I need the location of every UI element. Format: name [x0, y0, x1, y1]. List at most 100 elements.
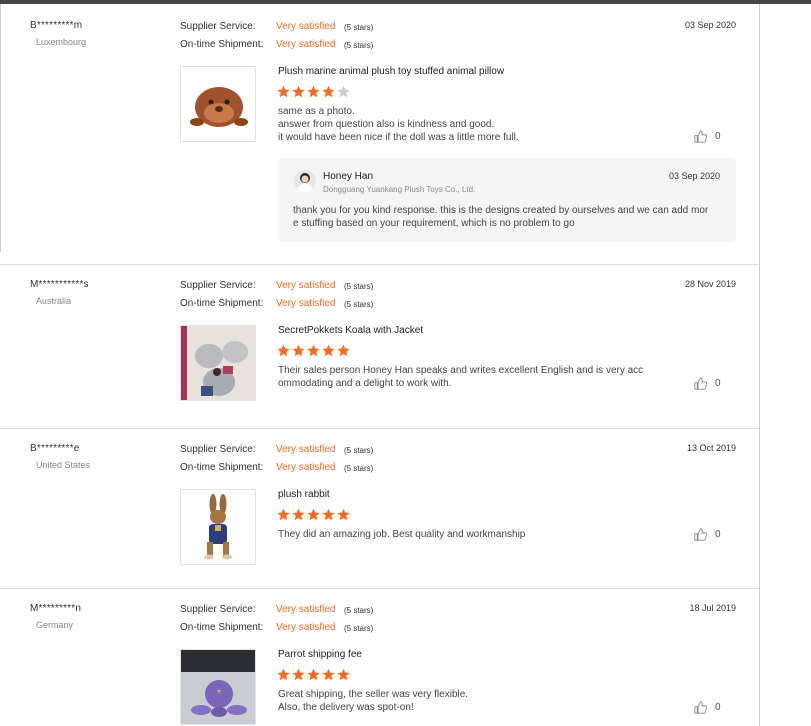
review-comment: same as a photo. answer from question al… [278, 105, 658, 144]
star-filled-icon [322, 344, 335, 357]
review-date: 18 Jul 2019 [689, 603, 736, 613]
supplier-service-value: Very satisfied [276, 280, 336, 291]
review-card: B*********m Luxembourg Supplier Service:… [0, 20, 759, 265]
reply-text: thank you for you kind response. this is… [293, 204, 723, 230]
supplier-service-label: Supplier Service: [180, 604, 256, 615]
review-date: 13 Oct 2019 [686, 443, 736, 453]
buyer-country: Germany [36, 620, 74, 630]
star-filled-icon [307, 668, 320, 681]
shipment-value: Very satisfied [276, 39, 336, 50]
review-card: M***********s Australia Supplier Service… [0, 279, 759, 429]
like-count: 0 [715, 131, 721, 142]
like-button[interactable]: 0 [694, 528, 721, 541]
like-button[interactable]: 0 [694, 377, 721, 390]
review-comment: They did an amazing job. Best quality an… [278, 528, 658, 541]
product-rating [277, 85, 350, 98]
product-thumbnail[interactable] [180, 325, 256, 401]
supplier-service-stars: (5 stars) [344, 23, 374, 32]
shipment-stars: (5 stars) [344, 41, 374, 50]
reply-company: Dongguang Yuankang Plush Toys Co., Ltd. [323, 185, 476, 194]
supplier-service-value: Very satisfied [276, 444, 336, 455]
product-thumbnail[interactable] [180, 489, 256, 565]
star-filled-icon [322, 508, 335, 521]
review-date: 03 Sep 2020 [684, 20, 736, 30]
supplier-service-label: Supplier Service: [180, 280, 256, 291]
reply-line: thank you for you kind response. this is… [293, 205, 709, 216]
star-filled-icon [277, 668, 290, 681]
supplier-service-label: Supplier Service: [180, 444, 256, 455]
star-filled-icon [292, 85, 305, 98]
star-filled-icon [337, 668, 350, 681]
supplier-service-value: Very satisfied [276, 604, 336, 615]
review-card: B*********e United States Supplier Servi… [0, 443, 759, 589]
star-filled-icon [322, 668, 335, 681]
supplier-reply: Honey Han Dongguang Yuankang Plush Toys … [278, 158, 736, 242]
thumbs-up-icon [694, 130, 707, 143]
like-count: 0 [715, 702, 721, 713]
shipment-stars: (5 stars) [344, 464, 374, 473]
star-filled-icon [292, 508, 305, 521]
supplier-service-stars: (5 stars) [344, 446, 374, 455]
like-button[interactable]: 0 [694, 701, 721, 714]
rabbit-plush-image [204, 494, 232, 560]
buyer-country: United States [36, 460, 91, 470]
shipment-stars: (5 stars) [344, 300, 374, 309]
star-filled-icon [337, 344, 350, 357]
shipment-label: On-time Shipment: [180, 39, 264, 50]
comment-line: ommodating and a delight to work with. [278, 378, 452, 389]
shipment-label: On-time Shipment: [180, 462, 264, 473]
product-name[interactable]: SecretPokkets Koala with Jacket [278, 325, 423, 336]
product-name[interactable]: Plush marine animal plush toy stuffed an… [278, 66, 504, 77]
comment-line: it would have been nice if the doll was … [278, 132, 519, 143]
comment-line: They did an amazing job. Best quality an… [278, 529, 526, 540]
product-rating [277, 344, 350, 357]
buyer-name: M*********n [30, 603, 82, 614]
thumbs-up-icon [694, 701, 707, 714]
product-name[interactable]: plush rabbit [278, 489, 330, 500]
supplier-service-stars: (5 stars) [344, 606, 374, 615]
star-filled-icon [277, 344, 290, 357]
reply-author: Honey Han [323, 171, 374, 182]
reply-line: e stuffing based on your requirement, wh… [293, 218, 575, 229]
product-rating [277, 668, 350, 681]
comment-line: answer from question also is kindness an… [278, 119, 495, 130]
review-date: 28 Nov 2019 [684, 279, 736, 289]
right-border [759, 4, 760, 726]
supplier-service-value: Very satisfied [276, 21, 336, 32]
top-border [0, 0, 811, 4]
buyer-name: B*********e [30, 443, 80, 454]
comment-line: same as a photo. [278, 106, 355, 117]
shipment-value: Very satisfied [276, 622, 336, 633]
star-filled-icon [337, 508, 350, 521]
supplier-avatar [294, 170, 316, 192]
like-count: 0 [715, 529, 721, 540]
like-count: 0 [715, 378, 721, 389]
review-comment: Their sales person Honey Han speaks and … [278, 364, 658, 390]
seal-plush-image [190, 87, 248, 127]
reply-date: 03 Sep 2020 [668, 171, 720, 181]
star-filled-icon [292, 344, 305, 357]
thumbs-up-icon [694, 528, 707, 541]
supplier-service-stars: (5 stars) [344, 282, 374, 291]
buyer-name: B*********m [30, 20, 83, 31]
comment-line: Their sales person Honey Han speaks and … [278, 365, 644, 376]
star-filled-icon [307, 344, 320, 357]
star-filled-icon [307, 508, 320, 521]
star-empty-icon [337, 85, 350, 98]
product-name[interactable]: Parrot shipping fee [278, 649, 362, 660]
buyer-country: Australia [36, 296, 72, 306]
shipment-value: Very satisfied [276, 462, 336, 473]
like-button[interactable]: 0 [694, 130, 721, 143]
product-thumbnail[interactable] [180, 649, 256, 725]
star-filled-icon [322, 85, 335, 98]
product-thumbnail[interactable] [180, 66, 256, 142]
supplier-service-label: Supplier Service: [180, 21, 256, 32]
star-filled-icon [277, 85, 290, 98]
shipment-label: On-time Shipment: [180, 622, 264, 633]
comment-line: Great shipping, the seller was very flex… [278, 689, 469, 700]
star-filled-icon [307, 85, 320, 98]
comment-line: Also, the delivery was spot-on! [278, 702, 414, 713]
star-filled-icon [277, 508, 290, 521]
buyer-country: Luxembourg [36, 37, 87, 47]
koala-plush-image [181, 326, 255, 400]
